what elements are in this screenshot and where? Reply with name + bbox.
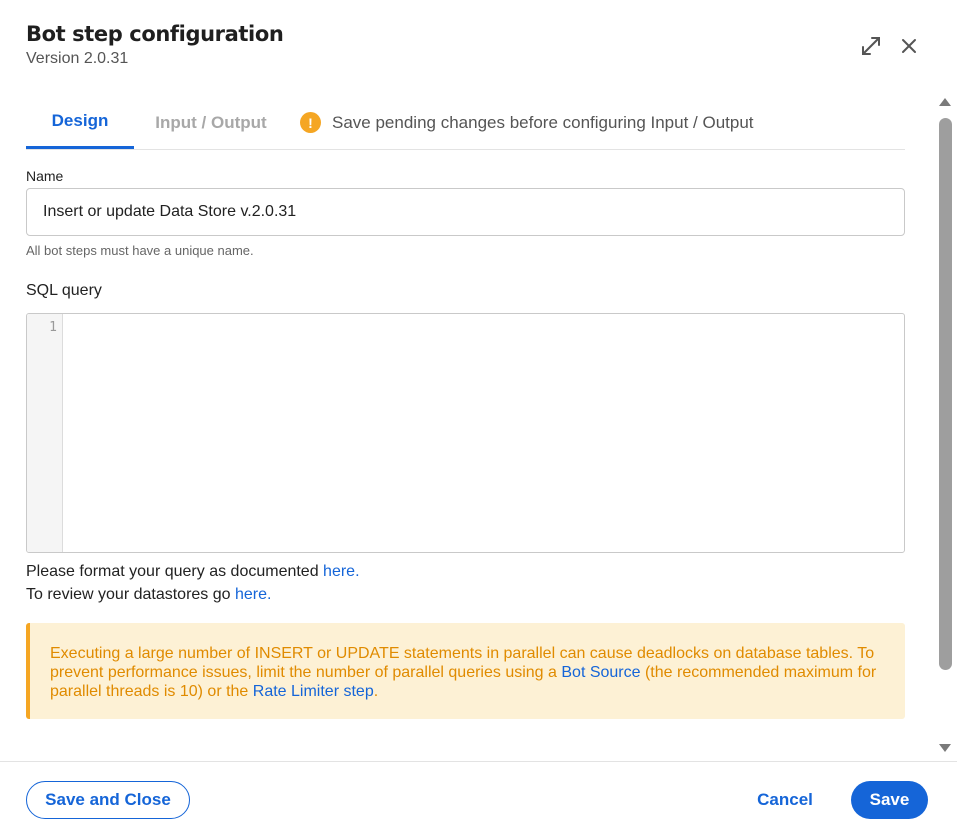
sql-query-label: SQL query [26,282,102,299]
name-helper-text: All bot steps must have a unique name. [26,243,254,258]
tab-warning: ! Save pending changes before configurin… [300,96,754,149]
bot-source-link[interactable]: Bot Source [561,664,640,681]
editor-gutter: 1 [27,314,63,552]
save-and-close-button[interactable]: Save and Close [26,781,190,819]
save-button[interactable]: Save [851,781,928,819]
tab-warning-text: Save pending changes before configuring … [332,112,754,132]
format-info-text: Please format your query as documented [26,563,324,580]
sql-query-editor[interactable]: 1 [26,313,905,553]
scrollbar-thumb[interactable] [939,118,952,670]
dialog-title: Bot step configuration [26,22,284,46]
tab-input-output[interactable]: Input / Output [134,96,288,149]
cancel-button[interactable]: Cancel [744,781,826,819]
alert-text-3: . [373,683,379,700]
scrollbar[interactable] [936,96,954,760]
scroll-up-arrow-icon[interactable] [938,98,952,110]
format-docs-link[interactable]: here. [323,563,359,580]
rate-limiter-link[interactable]: Rate Limiter step [253,683,374,700]
footer-divider [0,761,957,762]
format-info: Please format your query as documented h… [26,563,360,581]
dialog-version: Version 2.0.31 [26,50,129,67]
scroll-down-arrow-icon[interactable] [938,744,952,756]
line-number: 1 [49,320,57,335]
tab-bar: Design Input / Output ! Save pending cha… [26,96,905,150]
datastore-info: To review your datastores go here. [26,586,271,604]
close-icon[interactable] [897,34,921,58]
deadlock-warning-alert: Executing a large number of INSERT or UP… [26,623,905,719]
name-label: Name [26,168,64,184]
bot-step-config-dialog: Bot step configuration Version 2.0.31 De… [0,0,957,829]
datastore-info-text: To review your datastores go [26,586,235,603]
datastores-link[interactable]: here. [235,586,271,603]
expand-icon[interactable] [859,34,883,58]
warning-icon: ! [300,112,321,133]
name-input[interactable] [26,188,905,236]
tab-design[interactable]: Design [26,96,134,149]
